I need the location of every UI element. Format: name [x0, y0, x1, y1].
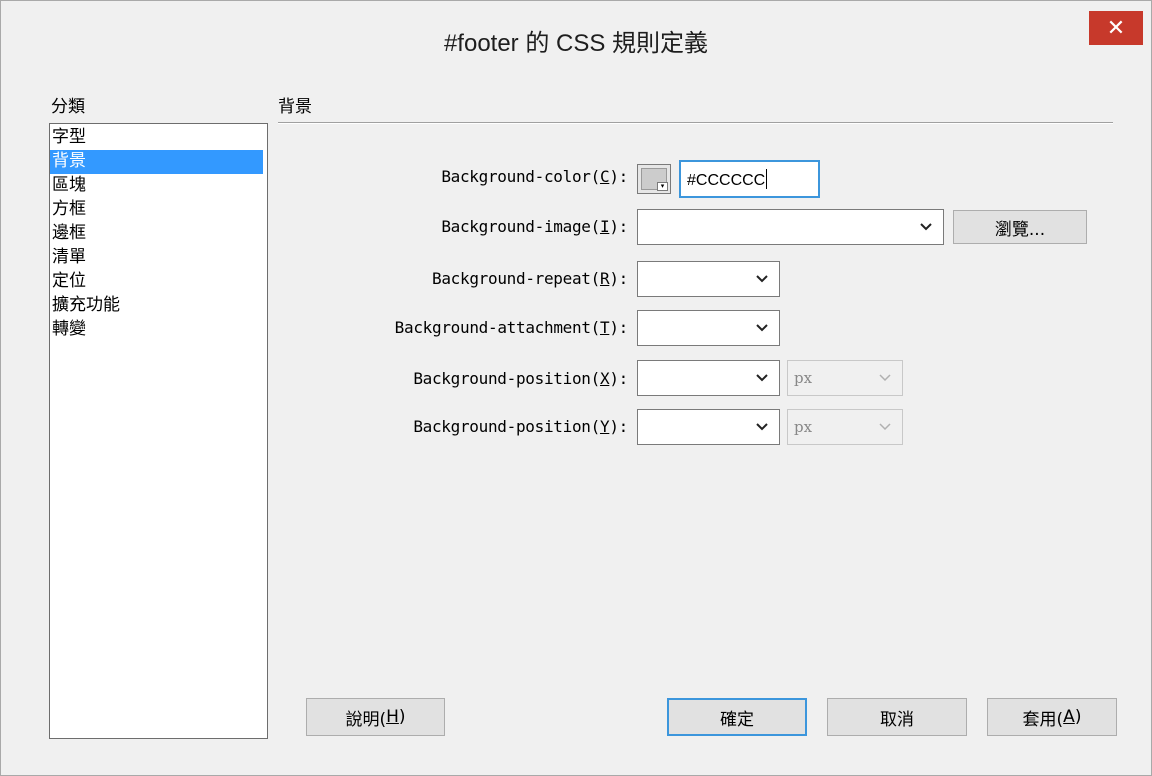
chevron-down-icon: [879, 423, 891, 431]
ok-button[interactable]: 確定: [667, 698, 807, 736]
close-icon: ✕: [1106, 15, 1126, 41]
category-item-border[interactable]: 邊框: [50, 222, 267, 246]
help-button[interactable]: 說明(H): [306, 698, 445, 736]
category-label: 分類: [51, 97, 85, 117]
bg-position-y-label: Background-position(Y):: [413, 417, 628, 436]
bg-color-label: Background-color(C):: [441, 167, 628, 186]
chevron-down-icon: [756, 374, 768, 382]
title-bar[interactable]: #footer 的 CSS 規則定義 ✕: [1, 1, 1151, 87]
chevron-down-icon: [920, 223, 932, 231]
bg-image-combobox[interactable]: [637, 209, 944, 245]
category-item-background[interactable]: 背景: [50, 150, 263, 174]
bg-position-x-label: Background-position(X):: [413, 369, 628, 388]
bg-attachment-label: Background-attachment(T):: [394, 318, 629, 337]
chevron-down-icon: [756, 423, 768, 431]
chevron-down-icon: [756, 324, 768, 332]
section-divider: [278, 122, 1113, 124]
bg-color-input[interactable]: #CCCCCC: [679, 160, 820, 198]
bg-image-label: Background-image(I):: [441, 217, 628, 236]
category-item-box[interactable]: 方框: [50, 198, 267, 222]
color-swatch-button[interactable]: ▾: [637, 164, 671, 194]
bg-position-y-combobox[interactable]: [637, 409, 780, 445]
bg-repeat-label: Background-repeat(R):: [431, 269, 628, 288]
window-title: #footer 的 CSS 規則定義: [443, 30, 709, 57]
section-title: 背景: [278, 97, 312, 117]
apply-button[interactable]: 套用(A): [987, 698, 1117, 736]
category-item-positioning[interactable]: 定位: [50, 270, 267, 294]
bg-position-x-combobox[interactable]: [637, 360, 780, 396]
dialog-content: 分類 字型 背景 區塊 方框 邊框 清單 定位 擴充功能 轉變 背景 Backg…: [21, 87, 1133, 757]
chevron-down-icon: [756, 275, 768, 283]
bg-position-x-unit-select: px: [787, 360, 903, 396]
dialog-window: #footer 的 CSS 規則定義 ✕ 分類 字型 背景 區塊 方框 邊框 清…: [0, 0, 1152, 776]
category-item-transition[interactable]: 轉變: [50, 318, 267, 342]
browse-button[interactable]: 瀏覽...: [953, 210, 1087, 244]
close-button[interactable]: ✕: [1089, 11, 1143, 45]
category-item-font[interactable]: 字型: [50, 126, 267, 150]
category-item-extensions[interactable]: 擴充功能: [50, 294, 267, 318]
bg-attachment-select[interactable]: [637, 310, 780, 346]
dropdown-arrow-icon: ▾: [657, 182, 668, 191]
bg-position-y-unit-select: px: [787, 409, 903, 445]
category-item-block[interactable]: 區塊: [50, 174, 267, 198]
cancel-button[interactable]: 取消: [827, 698, 967, 736]
category-item-list[interactable]: 清單: [50, 246, 267, 270]
bg-repeat-select[interactable]: [637, 261, 780, 297]
category-list[interactable]: 字型 背景 區塊 方框 邊框 清單 定位 擴充功能 轉變: [49, 123, 268, 739]
chevron-down-icon: [879, 374, 891, 382]
